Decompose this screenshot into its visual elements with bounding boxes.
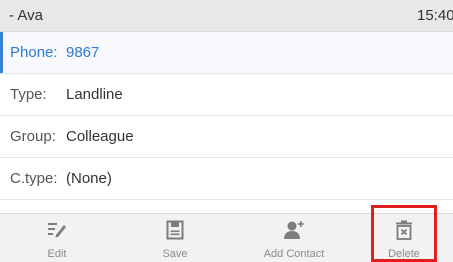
field-value: Landline [66,86,123,103]
edit-icon [47,220,67,243]
field-label: Phone: [10,44,58,61]
save-button[interactable]: Save [132,214,218,262]
field-label: C.type: [10,170,58,187]
field-label: Type: [10,86,47,103]
save-label: Save [162,248,188,260]
edit-button[interactable]: Edit [14,214,100,262]
softkey-bar: Edit Save Add Contact Delete [0,213,453,262]
edit-label: Edit [47,248,67,260]
field-value: 9867 [66,44,100,61]
title-bar: - Ava 15:40 [0,0,453,32]
add-contact-button[interactable]: Add Contact [246,214,342,262]
field-group[interactable]: Group: Colleague [0,116,453,158]
delete-button[interactable]: Delete [371,214,437,262]
clock: 15:40 [417,7,453,24]
field-contact-type[interactable]: C.type: (None) [0,158,453,200]
field-value: Colleague [66,128,134,145]
field-value: (None) [66,170,112,187]
field-label: Group: [10,128,56,145]
delete-icon [395,220,413,245]
add-contact-label: Add Contact [263,248,325,260]
contact-title: - Ava [9,7,43,24]
add-contact-icon [283,220,305,245]
delete-label: Delete [388,248,420,260]
field-type[interactable]: Type: Landline [0,74,453,116]
save-icon [166,220,184,245]
field-phone[interactable]: Phone: 9867 [0,32,453,74]
